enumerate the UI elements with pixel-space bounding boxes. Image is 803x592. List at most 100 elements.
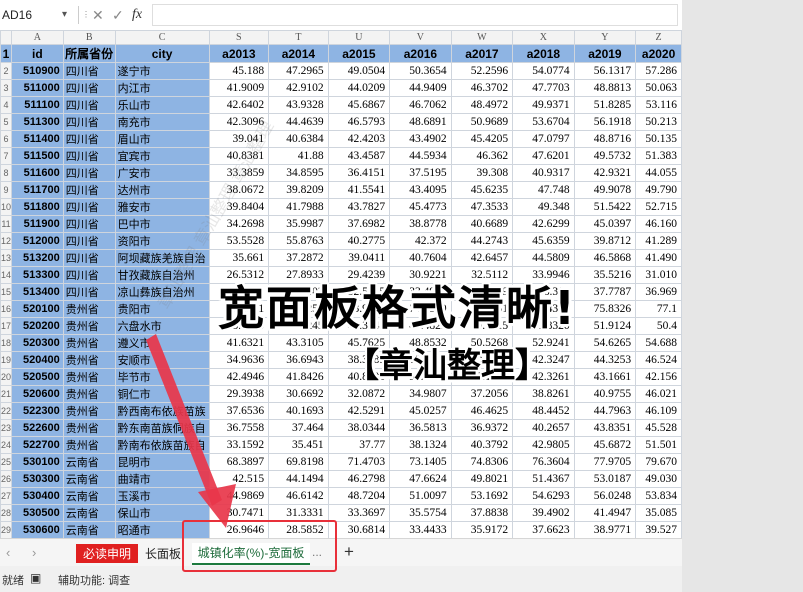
cell-id[interactable]: 512000 bbox=[11, 232, 64, 250]
cell-id[interactable]: 513400 bbox=[11, 283, 64, 301]
cell-value[interactable]: 48.4972 bbox=[450, 96, 514, 114]
cell-value[interactable]: 34.9807 bbox=[389, 385, 452, 403]
cell-province[interactable]: 贵州省 bbox=[62, 317, 116, 335]
cell-city[interactable]: 黔西南布依族苗族 bbox=[114, 402, 210, 420]
cell-id[interactable]: 511300 bbox=[11, 113, 64, 131]
cell-value[interactable]: 54.6265 bbox=[573, 334, 637, 352]
cell-value[interactable]: 38.8778 bbox=[389, 215, 452, 233]
header-cell[interactable]: 所属省份 bbox=[62, 44, 116, 63]
row-number[interactable]: 6 bbox=[0, 130, 13, 148]
row-number[interactable]: 11 bbox=[0, 215, 13, 233]
column-letter[interactable]: Z bbox=[635, 30, 682, 45]
cell-value[interactable]: 37.6623 bbox=[512, 521, 575, 538]
cell-value[interactable]: 42.9102 bbox=[268, 79, 329, 97]
cell-province[interactable]: 四川省 bbox=[62, 113, 116, 131]
cell-id[interactable]: 520200 bbox=[11, 317, 64, 335]
cell-value[interactable]: 39.8209 bbox=[268, 181, 329, 199]
cell-id[interactable]: 530100 bbox=[11, 453, 64, 471]
cell-value[interactable]: 41.490 bbox=[635, 249, 682, 267]
add-sheet-button[interactable]: + bbox=[344, 542, 354, 562]
cell-city[interactable]: 曲靖市 bbox=[114, 470, 210, 488]
cell-value[interactable]: 40.2657 bbox=[512, 419, 575, 437]
cell-value[interactable]: 51.5422 bbox=[573, 198, 637, 216]
cell-value[interactable]: 50.135 bbox=[635, 130, 682, 148]
cell-value[interactable]: 46.160 bbox=[635, 215, 682, 233]
row-number[interactable]: 24 bbox=[0, 436, 13, 454]
cell-id[interactable]: 520500 bbox=[11, 368, 64, 386]
cell-id[interactable]: 511600 bbox=[11, 164, 64, 182]
cell-value[interactable]: 41.88 bbox=[268, 147, 329, 165]
cell-value[interactable]: 36.969 bbox=[635, 283, 682, 301]
cell-value[interactable]: 50.213 bbox=[635, 113, 682, 131]
cell-value[interactable]: 47.0797 bbox=[512, 130, 575, 148]
cell-value[interactable]: 43.4587 bbox=[327, 147, 391, 165]
cell-id[interactable]: 530400 bbox=[11, 487, 64, 505]
cell-value[interactable]: 79.670 bbox=[635, 453, 682, 471]
cell-value[interactable]: 37.464 bbox=[268, 419, 329, 437]
tab-long-panel[interactable]: 长面板 bbox=[145, 545, 181, 562]
cell-value[interactable]: 53.6704 bbox=[512, 113, 575, 131]
cell-value[interactable]: 53.1692 bbox=[450, 487, 514, 505]
cell-id[interactable]: 520400 bbox=[11, 351, 64, 369]
cell-value[interactable]: 43.4902 bbox=[389, 130, 452, 148]
cell-id[interactable]: 511900 bbox=[11, 215, 64, 233]
cell-value[interactable]: 76.3604 bbox=[512, 453, 575, 471]
cell-value[interactable]: 43.1661 bbox=[573, 368, 637, 386]
cell-value[interactable]: 33.3697 bbox=[327, 504, 391, 522]
cell-value[interactable]: 31.3331 bbox=[268, 504, 329, 522]
cell-value[interactable]: 44.2743 bbox=[450, 232, 514, 250]
cell-value[interactable]: 49.5732 bbox=[573, 147, 637, 165]
cell-value[interactable]: 44.5934 bbox=[389, 147, 452, 165]
cell-value[interactable]: 39.527 bbox=[635, 521, 682, 538]
row-number[interactable]: 27 bbox=[0, 487, 13, 505]
cell-value[interactable]: 50.063 bbox=[635, 79, 682, 97]
cell-value[interactable]: 37.2056 bbox=[450, 385, 514, 403]
cell-value[interactable]: 40.9317 bbox=[512, 164, 575, 182]
cell-value[interactable]: 45.4773 bbox=[389, 198, 452, 216]
cell-value[interactable]: 42.156 bbox=[635, 368, 682, 386]
cell-id[interactable]: 520300 bbox=[11, 334, 64, 352]
cell-value[interactable]: 49.348 bbox=[512, 198, 575, 216]
cell-id[interactable]: 511800 bbox=[11, 198, 64, 216]
cell-province[interactable]: 四川省 bbox=[62, 266, 116, 284]
cell-value[interactable]: 35.451 bbox=[268, 436, 329, 454]
cell-id[interactable]: 511500 bbox=[11, 147, 64, 165]
row-number[interactable]: 8 bbox=[0, 164, 13, 182]
cell-city[interactable]: 乐山市 bbox=[114, 96, 210, 114]
cell-city[interactable]: 毕节市 bbox=[114, 368, 210, 386]
cell-province[interactable]: 四川省 bbox=[62, 249, 116, 267]
row-number[interactable]: 28 bbox=[0, 504, 13, 522]
cell-value[interactable]: 44.3253 bbox=[573, 351, 637, 369]
cell-value[interactable]: 47.3533 bbox=[450, 198, 514, 216]
cell-value[interactable]: 41.289 bbox=[635, 232, 682, 250]
cell-value[interactable]: 35.5216 bbox=[573, 266, 637, 284]
cell-city[interactable]: 内江市 bbox=[114, 79, 210, 97]
cell-city[interactable]: 六盘水市 bbox=[114, 317, 210, 335]
tab-readme[interactable]: 必读申明 bbox=[76, 544, 139, 563]
cell-value[interactable]: 36.5813 bbox=[389, 419, 452, 437]
cell-province[interactable]: 四川省 bbox=[62, 147, 116, 165]
cell-value[interactable]: 37.5195 bbox=[389, 164, 452, 182]
cell-value[interactable]: 42.4946 bbox=[208, 368, 270, 386]
cell-value[interactable]: 31.010 bbox=[635, 266, 682, 284]
cell-value[interactable]: 77.1 bbox=[635, 300, 682, 318]
cell-value[interactable]: 44.7963 bbox=[573, 402, 637, 420]
cell-value[interactable]: 52.2596 bbox=[450, 62, 514, 80]
cell-province[interactable]: 四川省 bbox=[62, 130, 116, 148]
cell-value[interactable]: 54.0774 bbox=[512, 62, 575, 80]
cell-value[interactable]: 46.5793 bbox=[327, 113, 391, 131]
cell-city[interactable]: 玉溪市 bbox=[114, 487, 210, 505]
cell-value[interactable]: 53.834 bbox=[635, 487, 682, 505]
cell-value[interactable]: 38.9771 bbox=[573, 521, 637, 538]
cell-value[interactable]: 55.8763 bbox=[268, 232, 329, 250]
row-number[interactable]: 12 bbox=[0, 232, 13, 250]
cell-value[interactable]: 40.1693 bbox=[268, 402, 329, 420]
cell-value[interactable]: 42.9805 bbox=[512, 436, 575, 454]
cell-value[interactable]: 69.8198 bbox=[268, 453, 329, 471]
cell-value[interactable]: 46.5868 bbox=[573, 249, 637, 267]
cell-value[interactable]: 41.5541 bbox=[327, 181, 391, 199]
cell-value[interactable]: 46.7062 bbox=[389, 96, 452, 114]
cell-province[interactable]: 云南省 bbox=[62, 487, 116, 505]
cell-value[interactable]: 44.1494 bbox=[268, 470, 329, 488]
cell-value[interactable]: 47.748 bbox=[512, 181, 575, 199]
